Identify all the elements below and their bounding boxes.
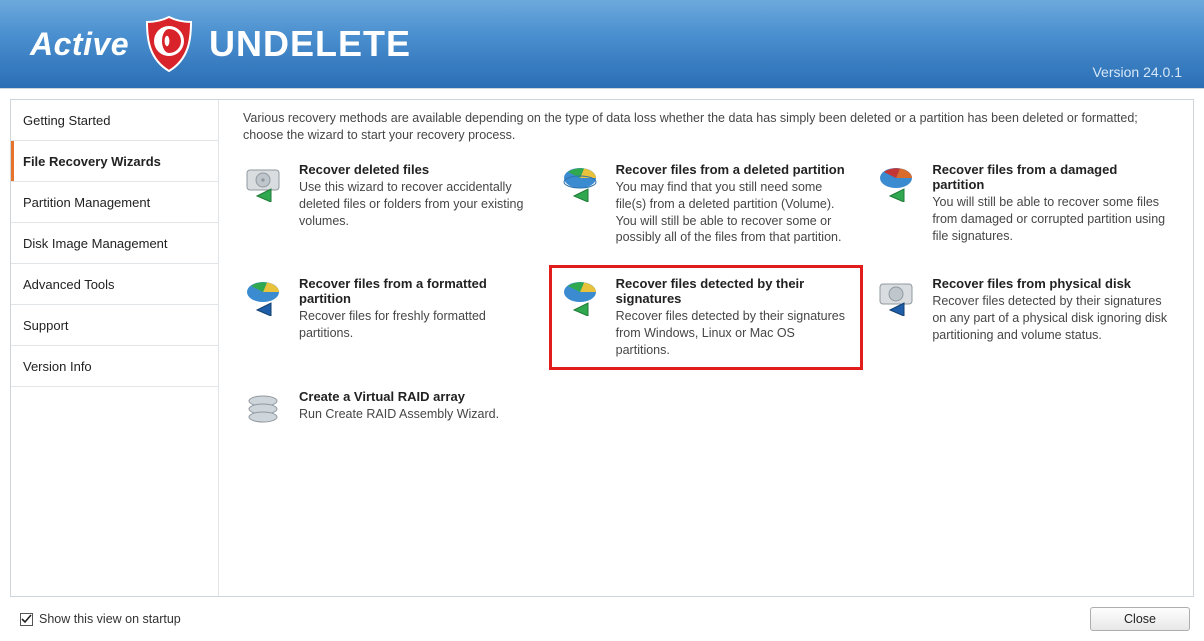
sidebar-item-label: Version Info bbox=[23, 359, 92, 374]
sidebar-item-label: Support bbox=[23, 318, 69, 333]
footer-bar: Show this view on startup Close bbox=[10, 605, 1194, 633]
raid-stack-icon bbox=[243, 389, 287, 429]
wizard-title: Recover files from a damaged partition bbox=[932, 162, 1169, 192]
physical-disk-icon bbox=[876, 276, 920, 316]
checkbox-box bbox=[20, 613, 33, 626]
sidebar-item-support[interactable]: Support bbox=[11, 305, 218, 346]
sidebar-item-label: Advanced Tools bbox=[23, 277, 115, 292]
logo-area: Active UNDELETE bbox=[30, 15, 411, 73]
wizard-grid: Recover deleted files Use this wizard to… bbox=[243, 162, 1169, 359]
wizard-recover-by-signatures[interactable]: Recover files detected by their signatur… bbox=[558, 274, 855, 361]
piechart-signatures-icon bbox=[560, 276, 604, 316]
wizard-row-last: Create a Virtual RAID array Run Create R… bbox=[243, 389, 549, 429]
show-on-startup-label: Show this view on startup bbox=[39, 612, 181, 626]
brand-prefix: Active bbox=[30, 26, 129, 63]
wizard-recover-damaged-partition[interactable]: Recover files from a damaged partition Y… bbox=[876, 162, 1169, 247]
wizard-desc: Use this wizard to recover accidentally … bbox=[299, 179, 536, 230]
wizard-title: Recover files from a formatted partition bbox=[299, 276, 536, 306]
close-button[interactable]: Close bbox=[1090, 607, 1190, 631]
piechart-play-icon bbox=[560, 162, 604, 202]
intro-text: Various recovery methods are available d… bbox=[243, 100, 1169, 162]
sidebar: Getting Started File Recovery Wizards Pa… bbox=[11, 100, 219, 596]
wizard-recover-physical-disk[interactable]: Recover files from physical disk Recover… bbox=[876, 276, 1169, 359]
hdd-recover-icon bbox=[243, 162, 287, 202]
close-button-label: Close bbox=[1124, 612, 1156, 626]
sidebar-item-label: Getting Started bbox=[23, 113, 110, 128]
sidebar-item-advanced-tools[interactable]: Advanced Tools bbox=[11, 264, 218, 305]
sidebar-item-file-recovery-wizards[interactable]: File Recovery Wizards bbox=[11, 141, 218, 182]
sidebar-item-version-info[interactable]: Version Info bbox=[11, 346, 218, 387]
shield-logo-icon bbox=[143, 15, 195, 73]
wizard-desc: Recover files detected by their signatur… bbox=[932, 293, 1169, 344]
sidebar-item-label: File Recovery Wizards bbox=[23, 154, 161, 169]
sidebar-item-label: Partition Management bbox=[23, 195, 150, 210]
inner-frame: Getting Started File Recovery Wizards Pa… bbox=[10, 99, 1194, 597]
app-header: Active UNDELETE Version 24.0.1 bbox=[0, 0, 1204, 88]
brand-main: UNDELETE bbox=[209, 23, 411, 65]
content-area: Various recovery methods are available d… bbox=[219, 100, 1193, 596]
wizard-desc: You may find that you still need some fi… bbox=[616, 179, 853, 247]
show-on-startup-checkbox[interactable]: Show this view on startup bbox=[10, 612, 181, 626]
wizard-title: Recover files from physical disk bbox=[932, 276, 1169, 291]
body-area: Getting Started File Recovery Wizards Pa… bbox=[0, 88, 1204, 641]
wizard-desc: Recover files detected by their signatur… bbox=[616, 308, 853, 359]
sidebar-item-disk-image-management[interactable]: Disk Image Management bbox=[11, 223, 218, 264]
wizard-create-virtual-raid[interactable]: Create a Virtual RAID array Run Create R… bbox=[243, 389, 549, 429]
wizard-recover-formatted-partition[interactable]: Recover files from a formatted partition… bbox=[243, 276, 536, 359]
sidebar-item-label: Disk Image Management bbox=[23, 236, 168, 251]
sidebar-item-partition-management[interactable]: Partition Management bbox=[11, 182, 218, 223]
sidebar-item-getting-started[interactable]: Getting Started bbox=[11, 100, 218, 141]
wizard-recover-deleted-partition[interactable]: Recover files from a deleted partition Y… bbox=[560, 162, 853, 247]
wizard-desc: Recover files for freshly formatted part… bbox=[299, 308, 536, 342]
version-label: Version 24.0.1 bbox=[1092, 64, 1182, 80]
wizard-title: Recover files detected by their signatur… bbox=[616, 276, 853, 306]
wizard-title: Create a Virtual RAID array bbox=[299, 389, 499, 404]
piechart-damaged-icon bbox=[876, 162, 920, 202]
piechart-formatted-icon bbox=[243, 276, 287, 316]
wizard-desc: Run Create RAID Assembly Wizard. bbox=[299, 406, 499, 423]
wizard-desc: You will still be able to recover some f… bbox=[932, 194, 1169, 245]
wizard-title: Recover files from a deleted partition bbox=[616, 162, 853, 177]
wizard-recover-deleted-files[interactable]: Recover deleted files Use this wizard to… bbox=[243, 162, 536, 247]
wizard-title: Recover deleted files bbox=[299, 162, 536, 177]
